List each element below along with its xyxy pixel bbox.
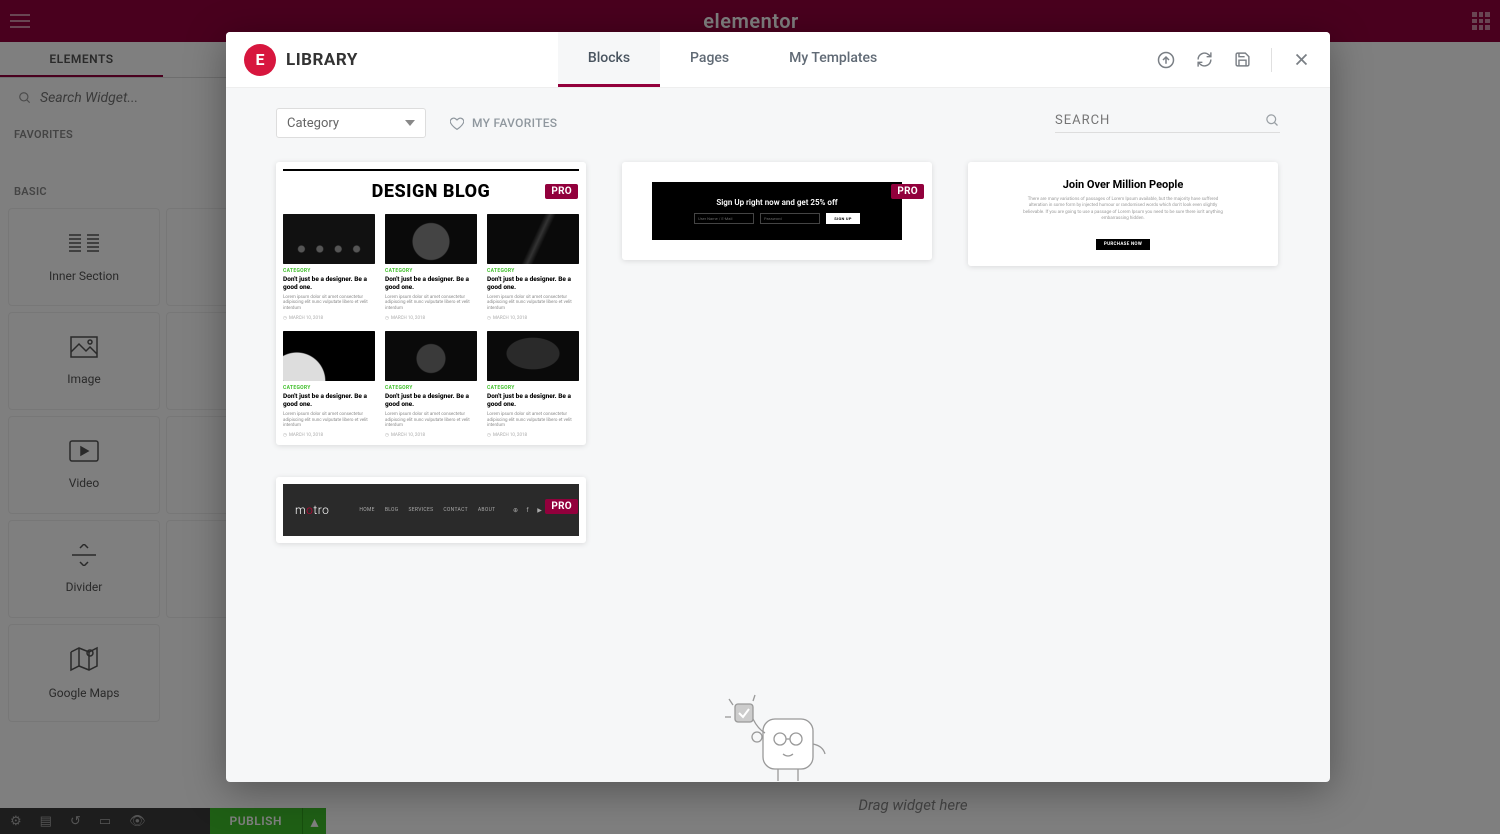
library-modal: E LIBRARY Blocks Pages My Templates Cate…: [226, 32, 1330, 782]
tab-my-templates[interactable]: My Templates: [759, 32, 907, 87]
search-icon: [1265, 113, 1280, 128]
template-grid: PRO DESIGN BLOG CATEGORYDon't just be a …: [226, 144, 1330, 782]
metro-logo: motro: [295, 503, 329, 517]
sync-icon[interactable]: [1195, 51, 1213, 69]
signup-pass-input: Password: [760, 213, 820, 224]
template-metro-footer[interactable]: PRO motro HOME BLOG SERVICES CONTACT ABO…: [276, 477, 586, 543]
chevron-down-icon: [405, 120, 415, 126]
modal-header: E LIBRARY Blocks Pages My Templates: [226, 32, 1330, 88]
category-dropdown[interactable]: Category: [276, 108, 426, 138]
template-join-over[interactable]: Join Over Million People There are many …: [968, 162, 1278, 266]
search-input[interactable]: [1055, 113, 1257, 128]
pro-badge: PRO: [545, 184, 578, 199]
template-signup-bar[interactable]: PRO Sign Up right now and get 25% off Us…: [622, 162, 932, 260]
heart-icon: [450, 117, 464, 130]
template-title: DESIGN BLOG: [283, 181, 579, 202]
my-favorites-link[interactable]: MY FAVORITES: [450, 116, 557, 130]
tab-pages[interactable]: Pages: [660, 32, 759, 87]
modal-toolbar: Category MY FAVORITES: [226, 88, 1330, 144]
template-design-blog[interactable]: PRO DESIGN BLOG CATEGORYDon't just be a …: [276, 162, 586, 445]
signup-text: Sign Up right now and get 25% off: [716, 198, 837, 207]
join-body: There are many variations of passages of…: [1018, 197, 1228, 222]
category-label: Category: [287, 116, 339, 131]
signup-button-preview: SIGN UP: [826, 213, 860, 224]
library-title: LIBRARY: [286, 50, 358, 70]
pro-badge: PRO: [545, 499, 578, 514]
my-favorites-label: MY FAVORITES: [472, 116, 557, 130]
elementor-logo-icon: E: [244, 44, 276, 76]
join-button-preview: PURCHASE NOW: [1096, 239, 1150, 250]
pro-badge: PRO: [891, 184, 924, 199]
close-icon[interactable]: [1292, 51, 1310, 69]
template-search[interactable]: [1055, 113, 1280, 133]
save-icon[interactable]: [1233, 51, 1251, 69]
mascot-illustration: [723, 689, 833, 782]
upload-icon[interactable]: [1157, 51, 1175, 69]
metro-nav: HOME BLOG SERVICES CONTACT ABOUT: [359, 507, 495, 513]
signup-user-input: User Name / E-Mail: [694, 213, 754, 224]
join-title: Join Over Million People: [1018, 178, 1228, 191]
tab-blocks[interactable]: Blocks: [558, 32, 660, 87]
